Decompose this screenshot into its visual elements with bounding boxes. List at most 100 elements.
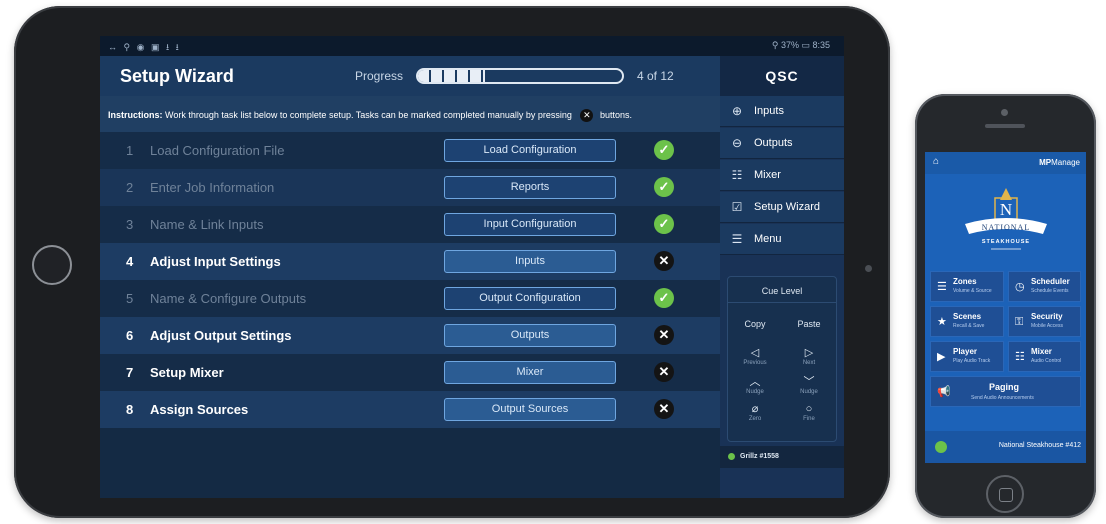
phone-header: ⌂ MPManage	[925, 152, 1086, 174]
tile-mixer[interactable]: ☷ Mixer Audio Control	[1008, 341, 1081, 372]
clock-icon: ◷	[1015, 281, 1025, 293]
task-list: 1 Load Configuration File Load Configurati…	[100, 132, 720, 428]
close-icon[interactable]: ✕	[654, 325, 674, 345]
app-brand-bold: MP	[1039, 158, 1052, 167]
home-icon[interactable]: ⌂	[933, 156, 939, 167]
page-title: Setup Wizard	[120, 66, 234, 86]
nav-item-mixer[interactable]: ☷ Mixer	[720, 160, 844, 191]
zones-icon: ☰	[937, 281, 947, 293]
nav-item-inputs[interactable]: ⊕ Inputs	[720, 96, 844, 127]
status-icons: ↔ ⚲ ◉ ▣ ⭳ ⭳	[108, 42, 181, 52]
task-action-button[interactable]: Reports	[444, 176, 616, 199]
task-number: 6	[126, 328, 134, 343]
phone-device: ⌂ MPManage N NATIONAL STEAKHOUSE ☰ Zones…	[915, 94, 1096, 518]
task-row: 8 Assign Sources Output Sources ✕	[100, 391, 720, 428]
menu-icon: ☰	[731, 232, 743, 246]
task-action-button[interactable]: Mixer	[444, 361, 616, 384]
tablet-camera	[865, 265, 872, 272]
tablet-home-button[interactable]	[32, 245, 72, 285]
task-name: Assign Sources	[150, 402, 249, 417]
cue-level-title: Cue Level	[728, 277, 836, 303]
task-row: 3 Name & Link Inputs Input Configuration ✓	[100, 206, 720, 243]
mixer-icon: ☷	[731, 168, 743, 182]
check-icon[interactable]: ✓	[654, 177, 674, 197]
nav-label: Mixer	[754, 169, 781, 181]
instructions-bar: Instructions: Work through task list bel…	[100, 96, 720, 132]
nav-label: Menu	[754, 233, 782, 245]
venue-name: National Steakhouse #412	[998, 442, 1081, 449]
logo-ribbon-text: NATIONAL	[982, 223, 1030, 232]
progress-fill	[418, 70, 486, 82]
megaphone-icon: 📢	[937, 386, 951, 398]
tile-zones[interactable]: ☰ Zones Volume & Source	[930, 271, 1004, 302]
tile-security[interactable]: ⚿ Security Mobile Access	[1008, 306, 1081, 337]
fine-icon: ○	[805, 403, 813, 415]
previous-button[interactable]: ◁ Previous	[728, 347, 782, 367]
nudge-up-label: Nudge	[746, 389, 764, 395]
star-icon: ★	[937, 316, 947, 328]
check-icon[interactable]: ✓	[654, 288, 674, 308]
phone-speaker	[985, 124, 1025, 128]
zero-label: Zero	[748, 416, 762, 422]
tile-title: Paging	[989, 382, 1020, 392]
task-name: Setup Mixer	[150, 365, 224, 380]
task-row: 5 Name & Configure Outputs Output Configur…	[100, 280, 720, 317]
next-button[interactable]: ▷ Next	[782, 347, 836, 367]
progress-label: Progress	[355, 69, 404, 83]
copy-button[interactable]: Copy	[728, 319, 782, 329]
venue-name: Grillz #1558	[740, 453, 779, 460]
task-number: 1	[126, 143, 134, 158]
nav-item-outputs[interactable]: ⊖ Outputs	[720, 128, 844, 159]
tile-title: Security	[1031, 312, 1063, 321]
task-action-button[interactable]: Input Configuration	[444, 213, 616, 236]
fine-button[interactable]: ○ Fine	[782, 403, 836, 423]
next-label: Next	[802, 360, 816, 366]
status-right: ⚲ 37% ▭ 8:35	[771, 40, 830, 50]
nudge-down-button[interactable]: ﹀ Nudge	[782, 376, 836, 396]
close-icon[interactable]: ✕	[654, 251, 674, 271]
task-action-button[interactable]: Output Sources	[444, 398, 616, 421]
checklist-icon: ☑	[731, 200, 743, 214]
tile-subtitle: Audio Control	[1031, 358, 1062, 364]
close-icon[interactable]: ✕	[654, 399, 674, 419]
logo-letter: N	[1000, 200, 1012, 219]
close-icon: ✕	[580, 109, 594, 122]
phone-home-button[interactable]	[986, 475, 1024, 513]
status-bar: ↔ ⚲ ◉ ▣ ⭳ ⭳ ⚲ 37% ▭ 8:35	[100, 36, 844, 56]
zero-icon: ⌀	[751, 403, 759, 415]
tile-paging[interactable]: 📢 Paging Send Audio Announcements	[930, 376, 1081, 407]
key-icon: ⚿	[1015, 316, 1024, 328]
tile-subtitle: Schedule Events	[1031, 288, 1069, 294]
task-number: 4	[126, 254, 134, 269]
paste-button[interactable]: Paste	[782, 319, 836, 329]
check-icon[interactable]: ✓	[654, 214, 674, 234]
task-row: 7 Setup Mixer Mixer ✕	[100, 354, 720, 391]
tile-subtitle: Recall & Save	[953, 323, 985, 329]
nav-item-menu[interactable]: ☰ Menu	[720, 224, 844, 255]
output-icon: ⊖	[731, 136, 743, 150]
check-icon[interactable]: ✓	[654, 140, 674, 160]
brand-logo: QSC	[720, 56, 844, 96]
tile-subtitle: Volume & Source	[953, 288, 992, 294]
app-brand: MPManage	[1039, 158, 1080, 167]
tile-player[interactable]: ▶ Player Play Audio Track	[930, 341, 1004, 372]
task-action-button[interactable]: Load Configuration	[444, 139, 616, 162]
task-action-button[interactable]: Outputs	[444, 324, 616, 347]
tile-title: Zones	[953, 277, 977, 286]
zero-button[interactable]: ⌀ Zero	[728, 403, 782, 423]
tile-scenes[interactable]: ★ Scenes Recall & Save	[930, 306, 1004, 337]
tile-subtitle: Mobile Access	[1031, 323, 1063, 329]
tile-subtitle: Send Audio Announcements	[971, 395, 1034, 401]
nudge-up-button[interactable]: ︿ Nudge	[728, 376, 782, 396]
close-icon[interactable]: ✕	[654, 362, 674, 382]
steakhouse-logo: N NATIONAL STEAKHOUSE	[965, 188, 1047, 250]
task-action-button[interactable]: Inputs	[444, 250, 616, 273]
chevron-up-icon: ︿	[749, 376, 761, 388]
nav-label: Outputs	[754, 137, 793, 149]
fine-label: Fine	[803, 416, 815, 422]
phone-camera	[1001, 109, 1008, 116]
tile-scheduler[interactable]: ◷ Scheduler Schedule Events	[1008, 271, 1081, 302]
nav-item-setup-wizard[interactable]: ☑ Setup Wizard	[720, 192, 844, 223]
task-action-button[interactable]: Output Configuration	[444, 287, 616, 310]
phone-footer: National Steakhouse #412	[925, 431, 1086, 463]
